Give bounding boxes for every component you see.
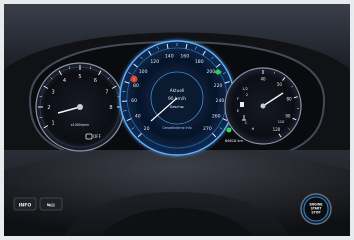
tachometer-label: 2 [47,105,50,111]
start-stop-line3: STOP [311,211,321,215]
right-gauge-label: 50 [277,82,283,87]
green-indicator [226,127,232,133]
right-gauge-label: 120 [273,127,281,132]
tachometer-bottom-label: OFF [93,134,101,139]
speedometer-label: 120 [150,59,159,65]
speedometer-label: 60 [131,98,137,104]
tachometer-label: 8 [109,105,112,111]
speedometer-label: 260 [212,113,221,119]
instrument-cluster-photo: 12345678 x1000r/min OFF 20 40 60 80 100 120 14… [0,0,354,240]
speedometer-label: 100 [139,69,148,75]
engine-start-stop-button[interactable]: ENGINE START STOP [300,193,332,225]
fuel-pump-icon [240,102,244,107]
fuel-f-label: F [237,97,239,101]
speed-bottom-text: Geraetinterne Info [162,126,191,130]
speedometer-label: 20 [144,126,150,132]
tachometer-label: 3 [52,89,55,95]
speedometer-label: 40 [135,113,141,119]
right-gauge-label: 90 [285,114,291,119]
tachometer-label: 4 [63,78,66,84]
speedometer-label: 240 [216,98,225,104]
right-gauge-small-label: 110 [278,120,284,124]
temp-h-label: H [252,127,255,131]
speedometer-label: 80 [133,83,139,89]
speedometer-label: 220 [214,83,223,89]
speedometer-label: 200 [206,69,215,75]
right-gauge-small-label: 2 [246,93,248,97]
mode-button-label: ⇆◎ [47,203,56,209]
tachometer-label: 7 [105,89,108,95]
speed-center-line1: Aktuell [170,88,185,93]
speed-center-line2: 90 km/h [168,96,186,102]
info-button[interactable]: INFO [13,197,37,211]
speedometer-label: 180 [195,59,204,65]
speedometer-label: 140 [165,53,174,59]
odometer: 66618 km [225,139,244,143]
speed-center-line3: Geschw. [170,105,185,109]
tachometer-label: 5 [78,74,81,80]
fuel-top-label: 1/2 [242,87,248,91]
tachometer: 1 2 3 4 5 6 7 8 x1000r/min OFF [35,62,125,152]
speedometer-label: 270 [203,126,212,132]
right-gauges: 405080901201102 1/2 E F C H [224,67,302,145]
tachometer-label: 6 [94,78,97,84]
svg-text:!: ! [133,77,135,82]
tachometer-label: 1 [52,120,55,126]
mode-button[interactable]: ⇆◎ [39,197,63,211]
tachometer-unit-label: x1000r/min [71,123,89,127]
speedometer-label: 160 [180,53,189,59]
info-button-label: INFO [19,203,32,209]
right-gauge-label: 80 [287,96,293,101]
right-gauge-label: 40 [260,76,266,81]
